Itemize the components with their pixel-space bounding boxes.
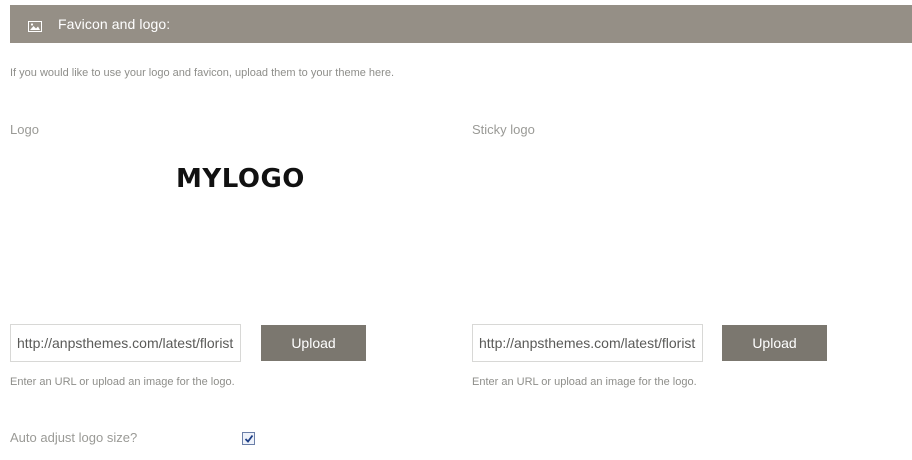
- sticky-logo-label: Sticky logo: [472, 122, 535, 137]
- logo-hint: Enter an URL or upload an image for the …: [10, 376, 235, 388]
- section-title: Favicon and logo:: [58, 16, 171, 32]
- auto-adjust-label: Auto adjust logo size?: [10, 430, 138, 445]
- checkmark-icon: [244, 434, 254, 443]
- image-icon: [28, 19, 42, 32]
- sticky-logo-hint: Enter an URL or upload an image for the …: [472, 376, 697, 388]
- logo-url-input[interactable]: [10, 324, 241, 362]
- logo-upload-button[interactable]: Upload: [261, 325, 366, 361]
- logo-preview: MYLOGO: [176, 164, 305, 194]
- sticky-logo-url-input[interactable]: [472, 324, 703, 362]
- section-header: Favicon and logo:: [10, 5, 912, 43]
- auto-adjust-checkbox[interactable]: [242, 432, 255, 445]
- sticky-logo-upload-button[interactable]: Upload: [722, 325, 827, 361]
- section-intro: If you would like to use your logo and f…: [10, 67, 395, 79]
- logo-label: Logo: [10, 122, 39, 137]
